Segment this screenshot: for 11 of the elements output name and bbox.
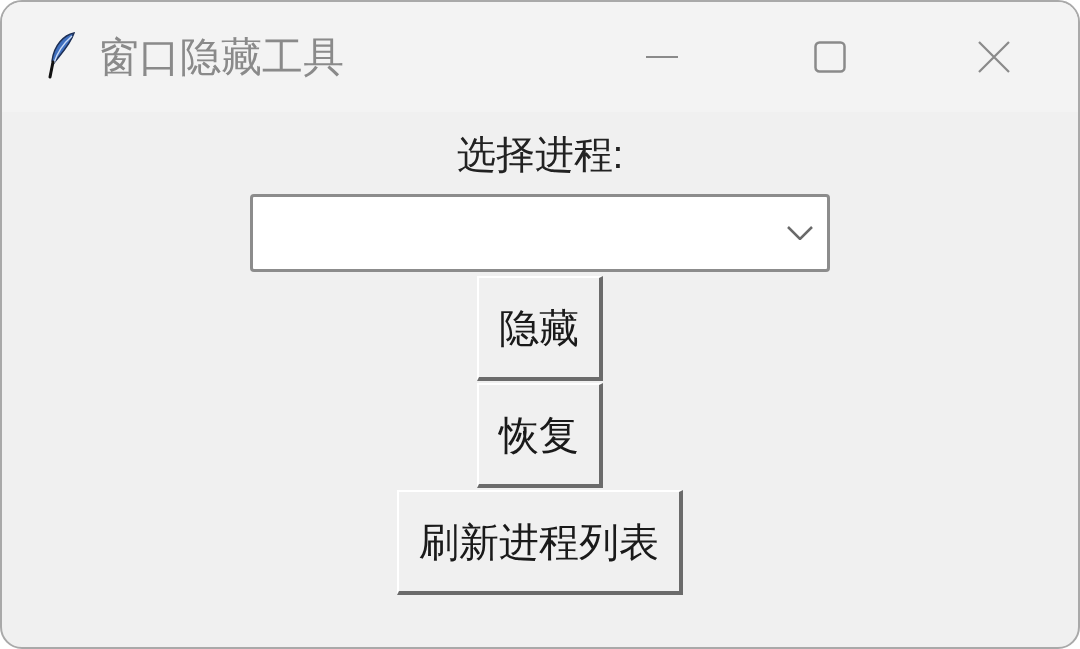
feather-icon (46, 31, 78, 79)
process-dropdown[interactable] (250, 194, 830, 272)
maximize-icon (814, 41, 846, 73)
action-button[interactable]: 刷新进程列表 (397, 490, 683, 595)
process-label: 选择进程: (456, 134, 624, 176)
window-title: 窗口隐藏工具 (98, 36, 344, 78)
minimize-icon (646, 55, 678, 59)
action-button[interactable]: 恢复 (477, 383, 603, 488)
chevron-down-icon (787, 226, 813, 240)
action-button[interactable]: 隐藏 (477, 276, 603, 381)
close-icon (978, 41, 1010, 73)
